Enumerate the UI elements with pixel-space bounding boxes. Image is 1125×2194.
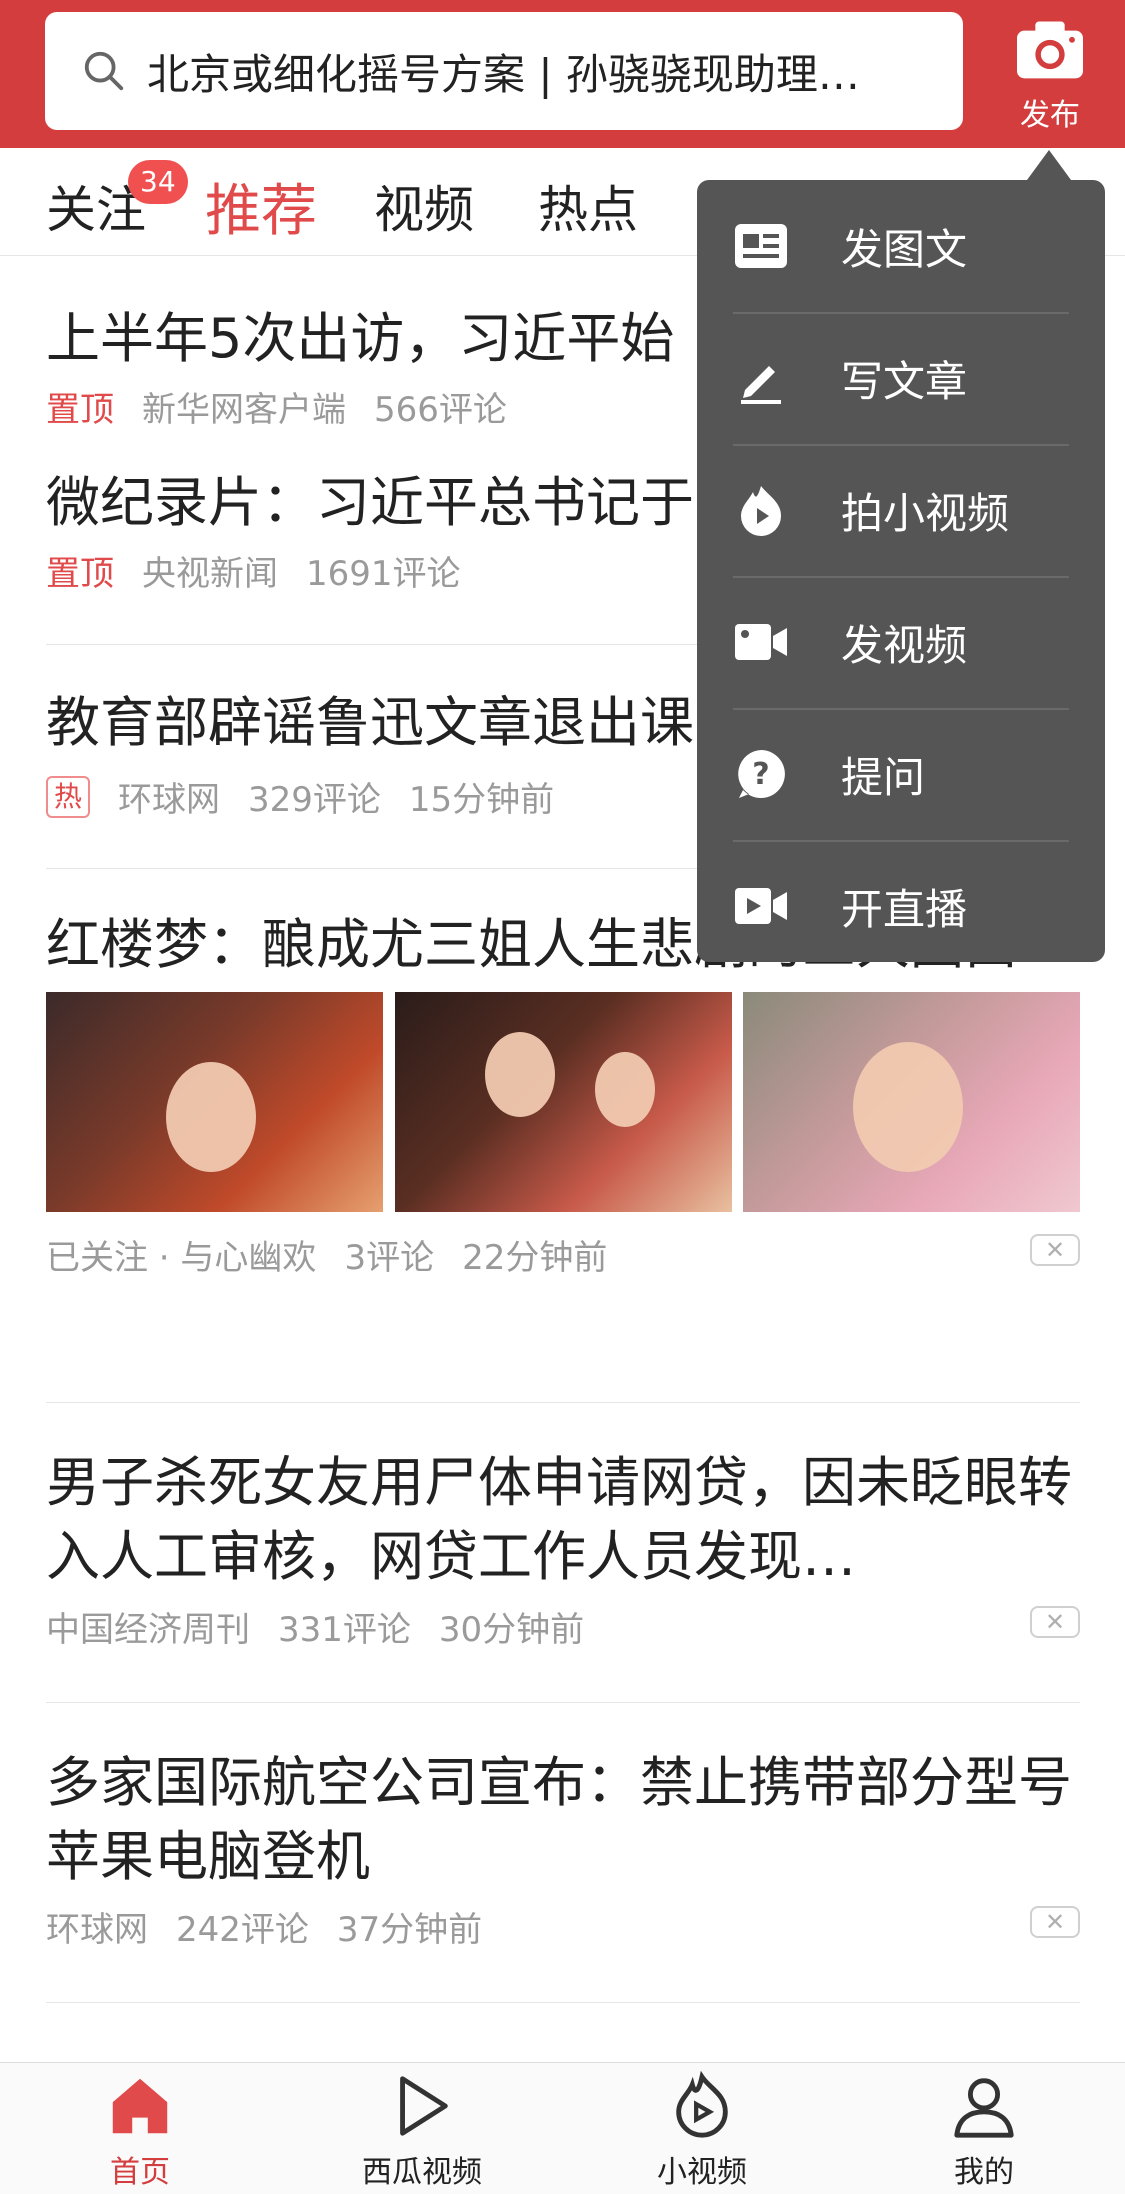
- menu-item-label: 拍小视频: [841, 488, 1010, 538]
- item-source: 央视新闻: [142, 554, 278, 594]
- pinned-tag: 置顶: [46, 554, 114, 594]
- svg-text:?: ?: [752, 757, 769, 792]
- publish-button[interactable]: 发布: [990, 10, 1110, 140]
- home-icon: [112, 2078, 168, 2134]
- video-camera-icon: [733, 614, 789, 670]
- item-comments: 3评论: [344, 1238, 435, 1278]
- dismiss-button[interactable]: ✕: [1030, 1906, 1080, 1938]
- item-source: 已关注 · 与心幽欢: [46, 1238, 317, 1278]
- nav-mine[interactable]: 我的: [904, 2071, 1064, 2191]
- item-time: 15分钟前: [408, 780, 555, 820]
- play-icon: [400, 2076, 448, 2136]
- item-comments: 566评论: [374, 390, 507, 430]
- follow-badge: 34: [128, 160, 188, 204]
- hot-tag: 热: [46, 775, 91, 818]
- pinned-tag: 置顶: [46, 390, 114, 430]
- nav-home[interactable]: 首页: [60, 2071, 220, 2191]
- camera-icon: [1017, 21, 1083, 79]
- thumbnail-image: [394, 992, 732, 1212]
- nav-short-video[interactable]: 小视频: [622, 2071, 782, 2191]
- tab-hot[interactable]: 热点: [538, 170, 638, 242]
- live-icon: [733, 878, 789, 934]
- item-comments: 331评论: [278, 1610, 411, 1650]
- nav-label: 我的: [954, 2155, 1014, 2190]
- item-source: 新华网客户端: [142, 390, 346, 430]
- menu-item-go-live[interactable]: 开直播: [733, 840, 1069, 972]
- list-item[interactable]: 男子杀死女友用尸体申请网贷，因未眨眼转入人工审核，网贷工作人员发现… 中国经济周…: [46, 1446, 1080, 1651]
- search-icon: [84, 51, 124, 91]
- menu-item-post-video[interactable]: 发视频: [733, 576, 1069, 708]
- menu-item-short-video[interactable]: 拍小视频: [733, 444, 1069, 576]
- publish-label: 发布: [1020, 98, 1080, 133]
- item-title: 多家国际航空公司宣布：禁止携带部分型号苹果电脑登机: [46, 1751, 1072, 1888]
- menu-arrow: [1027, 150, 1071, 180]
- list-item[interactable]: 多家国际航空公司宣布：禁止携带部分型号苹果电脑登机 环球网 242评论 37分钟…: [46, 1746, 1080, 1951]
- item-source: 中国经济周刊: [46, 1610, 250, 1650]
- search-bar[interactable]: 北京或细化摇号方案 | 孙骁骁现助理…: [45, 12, 963, 130]
- item-time: 22分钟前: [462, 1238, 608, 1278]
- top-header: 北京或细化摇号方案 | 孙骁骁现助理… 发布: [0, 0, 1125, 148]
- menu-item-image-text[interactable]: 发图文: [733, 180, 1069, 312]
- menu-item-label: 提问: [841, 752, 926, 802]
- menu-item-label: 写文章: [841, 356, 968, 406]
- flame-play-icon: [676, 2071, 728, 2138]
- nav-label: 小视频: [657, 2155, 747, 2190]
- image-gallery: [46, 992, 1080, 1212]
- item-meta: 已关注 · 与心幽欢 3评论 22分钟前 ✕: [46, 1230, 1080, 1279]
- menu-item-write-article[interactable]: 写文章: [733, 312, 1069, 444]
- nav-label: 首页: [110, 2155, 170, 2190]
- item-comments: 242评论: [176, 1910, 309, 1950]
- tab-recommend[interactable]: 推荐: [205, 166, 317, 247]
- dismiss-button[interactable]: ✕: [1030, 1234, 1080, 1266]
- menu-item-ask-question[interactable]: ? 提问: [733, 708, 1069, 840]
- menu-item-label: 发视频: [841, 620, 968, 670]
- item-source: 环球网: [46, 1910, 148, 1950]
- divider: [46, 2002, 1080, 2003]
- item-comments: 329评论: [248, 780, 381, 820]
- menu-item-label: 发图文: [841, 224, 968, 274]
- divider: [46, 1702, 1080, 1703]
- flame-video-icon: [733, 482, 789, 538]
- nav-label: 西瓜视频: [362, 2155, 482, 2190]
- search-text: 北京或细化摇号方案 | 孙骁骁现助理…: [147, 49, 860, 99]
- dismiss-button[interactable]: ✕: [1030, 1606, 1080, 1638]
- publish-menu: 发图文 写文章 拍小视频 发视频 ? 提问 开直播: [697, 180, 1105, 962]
- item-meta: 中国经济周刊 331评论 30分钟前 ✕: [46, 1602, 1080, 1651]
- tab-video[interactable]: 视频: [374, 170, 474, 242]
- item-time: 37分钟前: [336, 1910, 483, 1950]
- nav-xigua-video[interactable]: 西瓜视频: [342, 2071, 502, 2191]
- item-title: 男子杀死女友用尸体申请网贷，因未眨眼转入人工审核，网贷工作人员发现…: [46, 1451, 1072, 1588]
- item-source: 环球网: [118, 780, 221, 820]
- image-text-icon: [733, 218, 789, 274]
- item-meta: 环球网 242评论 37分钟前 ✕: [46, 1902, 1080, 1951]
- thumbnail-image: [743, 992, 1080, 1212]
- thumbnail-image: [46, 992, 383, 1212]
- divider: [46, 1402, 1080, 1403]
- user-icon: [954, 2078, 1014, 2138]
- menu-item-label: 开直播: [841, 884, 968, 934]
- item-time: 30分钟前: [438, 1610, 585, 1650]
- question-icon: ?: [733, 746, 789, 802]
- bottom-tab-bar: 首页 西瓜视频 小视频 我的: [0, 2062, 1125, 2194]
- pen-icon: [733, 350, 789, 406]
- item-comments: 1691评论: [306, 554, 461, 594]
